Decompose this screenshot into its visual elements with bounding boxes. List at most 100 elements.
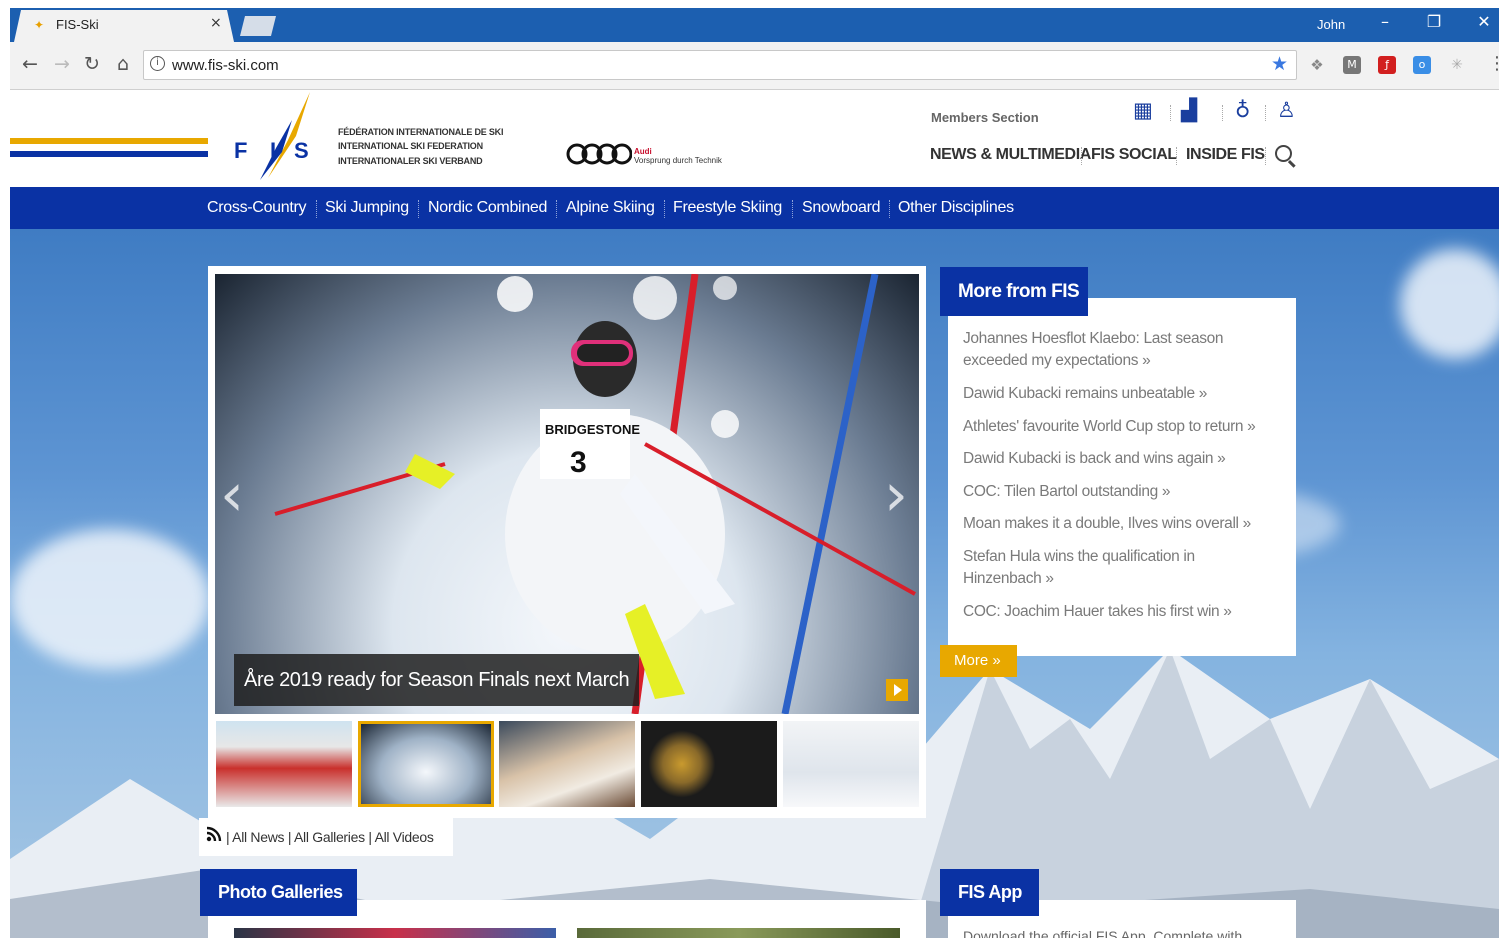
sponsor-slogan: Vorsprung durch Technik (634, 156, 722, 165)
minimize-icon[interactable]: – (1373, 12, 1397, 31)
url-text[interactable]: www.fis-ski.com (172, 57, 279, 74)
nav-news-multimedia[interactable]: NEWS & MULTIMEDIA (930, 146, 1091, 164)
forward-icon[interactable]: → (50, 53, 74, 75)
header-icon-separator (1265, 105, 1266, 121)
news-item-link[interactable]: COC: Joachim Hauer takes his first win » (963, 601, 1283, 623)
slider-next-icon[interactable]: › (884, 460, 908, 530)
brand-stripe-blue (10, 151, 208, 157)
news-item-link[interactable]: Dawid Kubacki remains unbeatable » (963, 383, 1283, 405)
nav-fis-social[interactable]: FIS SOCIAL (1091, 146, 1177, 164)
discipline-separator (556, 200, 557, 218)
discipline-cross-country[interactable]: Cross-Country (207, 199, 307, 217)
svg-text:S: S (294, 138, 309, 163)
svg-text:BRIDGESTONE: BRIDGESTONE (545, 422, 640, 437)
header-icon-separator (1222, 105, 1223, 121)
skier-photo: BRIDGESTONE 3 (274, 274, 916, 714)
svg-text:F: F (234, 138, 247, 163)
address-bar[interactable] (143, 50, 1297, 80)
members-section-link[interactable]: Members Section (931, 110, 1039, 125)
nav-inside-fis[interactable]: INSIDE FIS (1186, 146, 1265, 164)
cloud (1400, 249, 1499, 359)
discipline-freestyle-skiing[interactable]: Freestyle Skiing (673, 199, 782, 217)
bookmark-star-icon[interactable]: ★ (1271, 53, 1288, 75)
svg-text:3: 3 (570, 446, 587, 479)
thumbnail-downhill[interactable] (783, 721, 919, 807)
topnav-separator (1081, 147, 1082, 165)
thumbnail-slalom[interactable] (358, 721, 494, 807)
profile-name[interactable]: John (1317, 17, 1345, 32)
info-icon[interactable]: i (150, 56, 165, 71)
discipline-alpine-skiing[interactable]: Alpine Skiing (566, 199, 655, 217)
thumbnail-meeting[interactable] (499, 721, 635, 807)
discipline-other[interactable]: Other Disciplines (898, 199, 1014, 217)
federation-name-en: INTERNATIONAL SKI FEDERATION (338, 141, 483, 151)
links-separator: | (368, 829, 372, 845)
header-icon-separator (1170, 105, 1171, 121)
calendar-icon[interactable]: ▦ (1133, 98, 1153, 122)
news-item-link[interactable]: Johannes Hoesflot Klaebo: Last season ex… (963, 328, 1283, 372)
reload-icon[interactable]: ↻ (80, 53, 104, 75)
thumbnail-podium[interactable] (216, 721, 352, 807)
photo-galleries-title: Photo Galleries (200, 869, 357, 916)
news-item-link[interactable]: Dawid Kubacki is back and wins again » (963, 448, 1283, 470)
federation-name-de: INTERNATIONALER SKI VERBAND (338, 156, 483, 166)
browser-title-bar (10, 8, 1499, 42)
discipline-snowboard[interactable]: Snowboard (802, 199, 881, 217)
news-item-link[interactable]: Stefan Hula wins the qualification in Hi… (963, 546, 1243, 590)
fis-app-title: FIS App (940, 869, 1039, 916)
slide-image[interactable]: BRIDGESTONE 3 (215, 274, 919, 714)
rss-icon[interactable] (206, 826, 222, 842)
outlook-icon[interactable]: o (1413, 56, 1431, 74)
extension-icon[interactable]: M (1343, 56, 1361, 74)
discipline-separator (792, 200, 793, 218)
all-news-link[interactable]: All News (232, 829, 284, 845)
discipline-separator (664, 200, 665, 218)
discipline-nordic-combined[interactable]: Nordic Combined (428, 199, 547, 217)
new-tab-button[interactable] (240, 16, 276, 36)
all-galleries-link[interactable]: All Galleries (294, 829, 365, 845)
restore-icon[interactable]: ❐ (1422, 12, 1446, 31)
gallery-thumbnail[interactable] (234, 928, 556, 938)
athlete-icon[interactable]: ♙ (1277, 98, 1296, 122)
links-separator: | (226, 829, 230, 845)
dropbox-icon[interactable]: ❖ (1308, 56, 1326, 74)
svg-text:I: I (270, 138, 276, 163)
menu-icon[interactable]: ⋮ (1488, 53, 1499, 74)
discipline-separator (418, 200, 419, 218)
browser-tab-active[interactable] (14, 10, 234, 42)
close-window-icon[interactable]: ✕ (1472, 12, 1496, 31)
medal-icon[interactable]: ♁ (1235, 98, 1250, 122)
results-chart-icon[interactable]: ▟ (1181, 98, 1197, 122)
home-icon[interactable]: ⌂ (111, 53, 135, 75)
slide-caption[interactable]: Åre 2019 ready for Season Finals next Ma… (234, 654, 640, 706)
audi-rings-icon[interactable] (566, 141, 632, 167)
search-icon[interactable] (1275, 145, 1292, 162)
brand-stripe-yellow (10, 138, 208, 144)
discipline-separator (889, 200, 890, 218)
sponsor-brand: Audi (634, 147, 652, 156)
back-icon[interactable]: ← (18, 53, 42, 75)
play-icon[interactable] (886, 679, 908, 701)
more-from-fis-title: More from FIS (940, 267, 1088, 316)
tab-close-icon[interactable]: × (210, 15, 222, 31)
settings-icon[interactable]: ✳ (1448, 56, 1466, 74)
news-item-link[interactable]: Moan makes it a double, Ilves wins overa… (963, 513, 1283, 535)
archive-links: | All News | All Galleries | All Videos (226, 829, 434, 845)
slider-prev-icon[interactable]: ‹ (220, 460, 244, 530)
federation-name-fr: FÉDÉRATION INTERNATIONALE DE SKI (338, 127, 504, 137)
topnav-separator (1176, 147, 1177, 165)
more-button[interactable]: More » (940, 645, 1017, 677)
thumbnail-medals[interactable] (641, 721, 777, 807)
news-item-link[interactable]: Athletes' favourite World Cup stop to re… (963, 416, 1283, 438)
flash-icon[interactable]: ƒ (1378, 56, 1396, 74)
discipline-separator (316, 200, 317, 218)
gallery-thumbnail[interactable] (577, 928, 900, 938)
fis-logo[interactable]: F I S (230, 90, 320, 182)
topnav-separator (1265, 147, 1266, 165)
all-videos-link[interactable]: All Videos (375, 829, 434, 845)
fis-favicon-icon: ✦ (34, 18, 45, 32)
fis-app-description: Download the official FIS App. Complete … (963, 928, 1243, 938)
news-item-link[interactable]: COC: Tilen Bartol outstanding » (963, 481, 1283, 503)
tab-title: FIS-Ski (56, 17, 99, 32)
discipline-ski-jumping[interactable]: Ski Jumping (325, 199, 409, 217)
